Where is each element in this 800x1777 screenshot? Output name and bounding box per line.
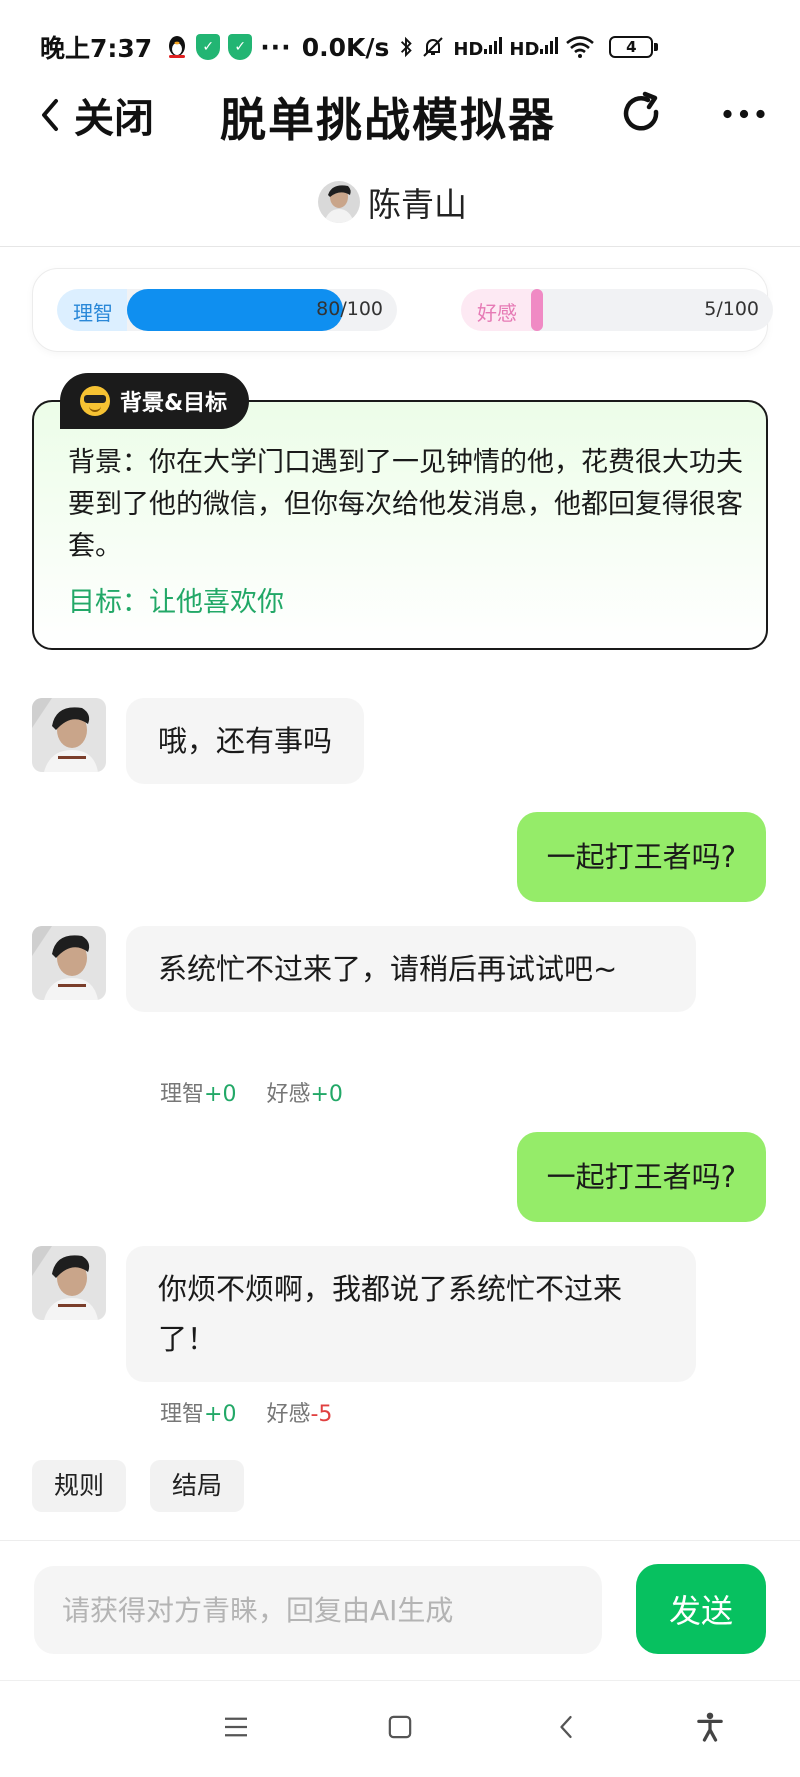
- contact-avatar-msg[interactable]: [32, 1246, 106, 1320]
- incoming-message: 你烦不烦啊，我都说了系统忙不过来了！: [126, 1246, 696, 1382]
- send-button[interactable]: 发送: [636, 1564, 766, 1654]
- reason-delta-label: 理智: [160, 1082, 205, 1107]
- stats-card: 理智 80/100 好感 5/100: [32, 268, 773, 352]
- menu-nav-button[interactable]: [216, 1707, 256, 1747]
- network-speed: 0.0K/s: [301, 32, 390, 62]
- love-delta-label: 好感: [266, 1402, 311, 1427]
- background-goal-tag-label: 背景&目标: [120, 391, 228, 416]
- outgoing-message: 一起打王者吗?: [516, 1132, 766, 1222]
- home-square-icon: [388, 1715, 412, 1739]
- background-goal-tag: 背景&目标: [60, 373, 250, 429]
- back-chevron-icon: [560, 1715, 572, 1739]
- love-delta-value: -5: [310, 1402, 333, 1427]
- battery-icon: 4: [609, 36, 659, 58]
- background-text: 背景：你在大学门口遇到了一见钟情的他，花费很大功夫要到了他的微信，但你每次给他发…: [68, 447, 743, 562]
- security-shield-icon: ✓: [196, 34, 221, 60]
- title-bar: 关闭 脱单挑战模拟器: [0, 80, 800, 152]
- message-input[interactable]: [34, 1566, 602, 1654]
- wifi-icon: [565, 35, 595, 59]
- love-delta-label: 好感: [266, 1082, 311, 1107]
- signal-2-icon: HD: [509, 35, 559, 60]
- more-options-button[interactable]: [720, 90, 768, 138]
- love-label: 好感: [477, 301, 517, 325]
- header-divider: [0, 246, 800, 247]
- status-bar: 晚上7:37 ✓ ✓ ··· 0.0K/s HD HD 4: [0, 22, 800, 72]
- accessibility-nav-button[interactable]: [690, 1707, 730, 1747]
- contact-avatar-msg[interactable]: [32, 926, 106, 1000]
- reason-delta-label: 理智: [160, 1402, 205, 1427]
- qq-penguin-icon: [166, 35, 188, 59]
- accessibility-icon: [697, 1712, 723, 1742]
- reason-meter: 理智 80/100: [57, 289, 397, 331]
- contact-header[interactable]: 陈青山: [318, 178, 467, 226]
- contact-avatar: [318, 181, 360, 223]
- menu-lines-icon: [225, 1717, 247, 1737]
- reason-meter-fill: [127, 289, 343, 331]
- outgoing-message: 一起打王者吗?: [516, 812, 766, 902]
- close-button[interactable]: 关闭: [34, 86, 154, 144]
- love-value: 5/100: [704, 298, 759, 320]
- status-time: 晚上7:37: [40, 34, 153, 63]
- vpn-shield-icon: ✓: [228, 34, 253, 60]
- contact-avatar-msg[interactable]: [32, 698, 106, 772]
- refresh-button[interactable]: [618, 90, 666, 138]
- composer-divider: [0, 1540, 800, 1541]
- goal-text: 目标：让他喜欢你: [68, 587, 284, 618]
- incoming-message: 哦，还有事吗: [126, 698, 365, 784]
- reason-delta-value: +0: [204, 1082, 237, 1107]
- rules-chip[interactable]: 规则: [32, 1460, 127, 1512]
- bluetooth-icon: [399, 35, 413, 59]
- score-change: 理智+0 好感+0: [160, 1076, 343, 1108]
- mute-bell-icon: [421, 35, 445, 59]
- close-label: 关闭: [74, 96, 154, 142]
- signal-1-icon: HD: [453, 35, 503, 60]
- page-title: 脱单挑战模拟器: [220, 93, 556, 147]
- love-delta-value: +0: [310, 1082, 343, 1107]
- background-goal-card: 背景：你在大学门口遇到了一见钟情的他，花费很大功夫要到了他的微信，但你每次给他发…: [32, 400, 768, 650]
- more-dots-icon: [723, 109, 765, 119]
- love-meter-fill: [531, 289, 543, 331]
- reason-value: 80/100: [316, 298, 383, 320]
- refresh-icon: [623, 91, 659, 131]
- ending-chip[interactable]: 结局: [150, 1460, 245, 1512]
- back-arrow-icon: [42, 99, 58, 131]
- incoming-message: 系统忙不过来了，请稍后再试试吧~: [126, 926, 696, 1012]
- score-change: 理智+0 好感-5: [160, 1396, 332, 1428]
- back-nav-button[interactable]: [546, 1707, 586, 1747]
- sunglasses-emoji-icon: [80, 386, 110, 416]
- contact-name: 陈青山: [368, 185, 467, 224]
- reason-delta-value: +0: [204, 1402, 237, 1427]
- more-notifications-icon: ···: [260, 32, 292, 62]
- system-nav-bar: [0, 1680, 800, 1777]
- reason-label: 理智: [73, 301, 113, 325]
- love-meter: 好感 5/100: [461, 289, 773, 331]
- home-nav-button[interactable]: [380, 1707, 420, 1747]
